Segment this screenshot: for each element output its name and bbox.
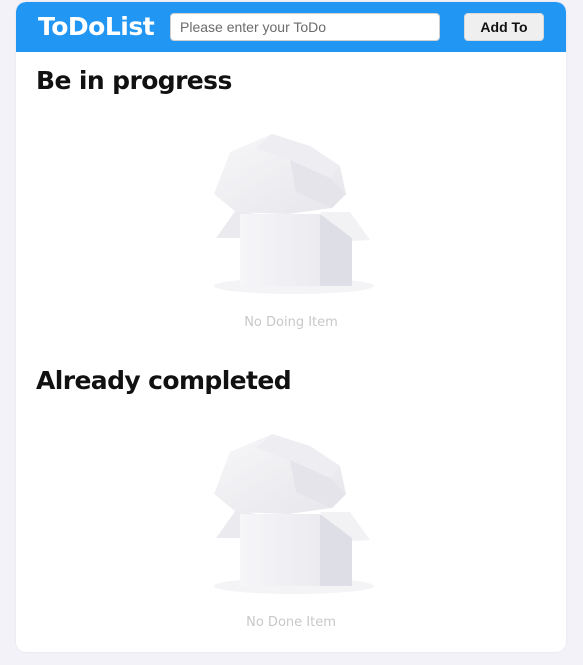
no-doing-item-text: No Doing Item: [244, 315, 338, 330]
add-to-button[interactable]: Add To: [464, 13, 544, 41]
empty-box-icon: [214, 434, 374, 594]
completed-heading: Already completed: [36, 366, 292, 395]
in-progress-heading: Be in progress: [36, 66, 232, 95]
todo-input[interactable]: [170, 13, 440, 41]
todo-app: ToDoList Add To Be in progress No: [16, 2, 566, 652]
app-logo: ToDoList: [38, 12, 155, 41]
no-done-item-text: No Done Item: [246, 615, 336, 630]
header-bar: ToDoList Add To: [16, 2, 566, 52]
empty-box-icon: [214, 134, 374, 294]
